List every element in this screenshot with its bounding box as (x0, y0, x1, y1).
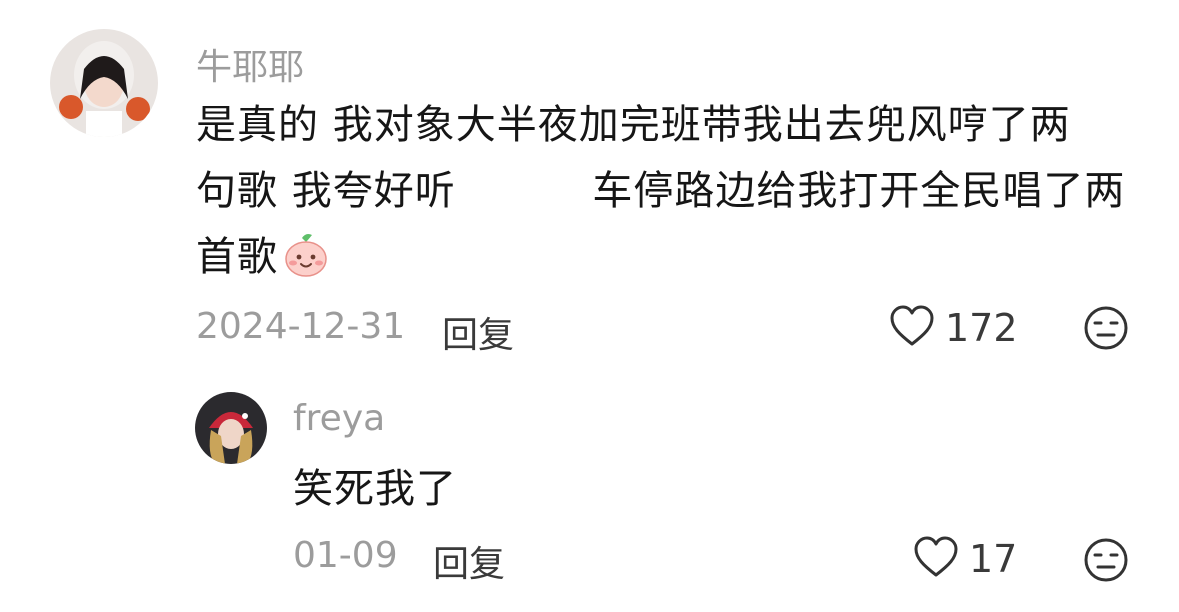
comment-text-line: 首歌 (196, 234, 278, 280)
peach-face-emoji (282, 232, 330, 298)
comment-text-line: 笑死我了 (293, 466, 457, 512)
meh-face-icon (1083, 306, 1129, 355)
dislike-button[interactable] (1083, 537, 1129, 587)
like-button[interactable]: 172 (889, 304, 1018, 352)
comment-date: 01-09 (293, 535, 398, 576)
reply-button[interactable]: 回复 (442, 306, 514, 358)
comment-text: 笑死我了 (293, 456, 1093, 522)
heart-outline-icon (913, 535, 959, 583)
avatar[interactable] (50, 29, 158, 137)
heart-outline-icon (889, 304, 935, 352)
comment-username[interactable]: freya (293, 398, 385, 439)
dislike-button[interactable] (1083, 305, 1129, 355)
comment-text-line: 是真的 我对象大半夜加完班带我出去兜风哼了两 (196, 102, 1071, 148)
meh-face-icon (1083, 538, 1129, 587)
comment-text-line: 句歌 我夸好听 车停路边给我打开全民唱了两 (196, 168, 1126, 214)
like-count: 172 (945, 306, 1018, 350)
comment-username[interactable]: 牛耶耶 (196, 38, 304, 90)
comment-date: 2024-12-31 (196, 306, 406, 347)
comment-text: 是真的 我对象大半夜加完班带我出去兜风哼了两 句歌 我夸好听 车停路边给我打开全… (196, 92, 1156, 298)
reply-button[interactable]: 回复 (433, 535, 505, 587)
avatar[interactable] (195, 392, 267, 464)
like-button[interactable]: 17 (913, 535, 1017, 583)
like-count: 17 (969, 537, 1018, 581)
